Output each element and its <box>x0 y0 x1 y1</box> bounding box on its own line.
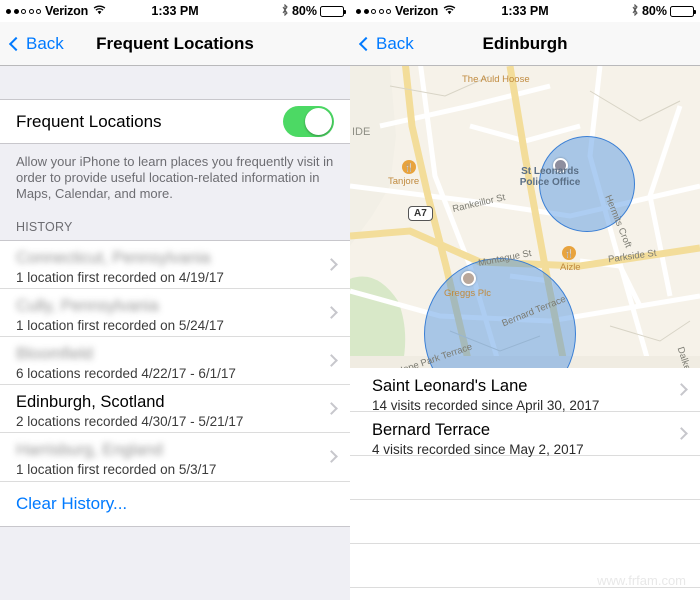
chevron-right-icon <box>325 305 338 319</box>
location-detail: 1 location first recorded on 4/19/17 <box>16 270 224 285</box>
toggle-knob <box>305 108 332 135</box>
battery-icon <box>320 5 346 17</box>
location-detail: 1 location first recorded on 5/24/17 <box>16 318 224 333</box>
back-button-label: Back <box>376 33 414 53</box>
status-bar-right: Verizon 1:33 PM 80% <box>350 0 700 22</box>
status-right-group: 80% <box>631 3 696 19</box>
map-view[interactable]: 🍴 🍴 ☺ ▣ IDE The Auld Hoose Tanjore Ranke… <box>350 66 700 368</box>
clear-history-button[interactable]: Clear History... <box>0 481 350 527</box>
settings-content: Frequent Locations Allow your iPhone to … <box>0 66 350 600</box>
visited-places-list: Saint Leonard's Lane 14 visits recorded … <box>350 368 700 588</box>
nav-bar-right: Back Edinburgh <box>350 22 700 66</box>
restaurant-pin-icon-aizle: 🍴 <box>562 246 576 260</box>
wifi-icon <box>93 4 106 18</box>
battery-icon <box>670 5 696 17</box>
bottom-spacer <box>0 527 350 600</box>
chevron-right-icon <box>325 257 338 271</box>
dual-screenshot: Verizon 1:33 PM 80% Back Frequent Locati… <box>0 0 700 600</box>
carrier-label: Verizon <box>45 4 89 18</box>
nav-bar-left: Back Frequent Locations <box>0 22 350 66</box>
chevron-right-icon <box>325 353 338 367</box>
list-item-saint-leonards-lane[interactable]: Saint Leonard's Lane 14 visits recorded … <box>350 368 700 413</box>
clear-history-label: Clear History... <box>16 494 128 513</box>
history-section-header: HISTORY <box>0 206 350 240</box>
frequent-locations-toggle[interactable] <box>283 106 334 137</box>
status-left-group: Verizon <box>356 4 456 18</box>
frequent-locations-description: Allow your iPhone to learn places you fr… <box>0 144 350 206</box>
list-item-empty <box>350 456 700 500</box>
chevron-left-icon <box>358 36 374 51</box>
saint-leonards-lane-circle <box>539 136 635 232</box>
left-phone-screen: Verizon 1:33 PM 80% Back Frequent Locati… <box>0 0 350 600</box>
list-item-edinburgh[interactable]: Edinburgh, Scotland 2 locations recorded… <box>0 385 350 433</box>
chevron-right-icon <box>675 382 688 396</box>
list-item[interactable]: Cully, Pennsylvania 1 location first rec… <box>0 289 350 337</box>
right-phone-screen: Verizon 1:33 PM 80% Back Edinburgh 🍴 🍴 I… <box>350 0 700 600</box>
location-detail: 2 locations recorded 4/30/17 - 5/21/17 <box>16 414 244 429</box>
chevron-right-icon <box>325 450 338 463</box>
place-name: Saint Leonard's Lane <box>372 377 528 395</box>
list-item[interactable]: Bloomfield 6 locations recorded 4/22/17 … <box>0 337 350 385</box>
restaurant-pin-icon-tanjore: 🍴 <box>402 160 416 174</box>
battery-percent-label: 80% <box>641 4 667 18</box>
top-spacer <box>0 66 350 100</box>
location-name: Cully, Pennsylvania <box>16 295 320 317</box>
location-detail: 6 locations recorded 4/22/17 - 6/1/17 <box>16 366 236 381</box>
list-item-empty <box>350 544 700 588</box>
chevron-left-icon <box>8 36 24 51</box>
history-list: Connecticut, Pennsylvania 1 location fir… <box>0 240 350 481</box>
signal-strength-dots <box>356 8 391 14</box>
status-bar-left: Verizon 1:33 PM 80% <box>0 0 350 22</box>
bluetooth-icon <box>281 3 289 19</box>
place-name: Bernard Terrace <box>372 421 491 439</box>
frequent-locations-label: Frequent Locations <box>16 111 162 131</box>
chevron-right-icon <box>675 426 688 440</box>
frequent-locations-row[interactable]: Frequent Locations <box>0 100 350 144</box>
back-button[interactable]: Back <box>358 34 414 54</box>
location-name: Edinburgh, Scotland <box>16 393 165 411</box>
status-left-group: Verizon <box>6 4 106 18</box>
status-right-group: 80% <box>281 3 346 19</box>
road-shield-a7-north: A7 <box>408 206 433 221</box>
carrier-label: Verizon <box>395 4 439 18</box>
list-item-empty <box>350 500 700 544</box>
list-item[interactable]: Harrisburg, England 1 location first rec… <box>0 433 350 481</box>
list-item-bernard-terrace[interactable]: Bernard Terrace 4 visits recorded since … <box>350 412 700 457</box>
police-office-pin-icon <box>553 158 568 173</box>
greggs-pin-icon <box>461 271 476 286</box>
wifi-icon <box>443 4 456 18</box>
back-button[interactable]: Back <box>8 34 64 54</box>
bluetooth-icon <box>631 3 639 19</box>
location-name: Harrisburg, England <box>16 439 320 461</box>
list-item[interactable]: Connecticut, Pennsylvania 1 location fir… <box>0 241 350 289</box>
location-name: Bloomfield <box>16 343 320 365</box>
location-name: Connecticut, Pennsylvania <box>16 247 320 269</box>
back-button-label: Back <box>26 33 64 53</box>
location-detail: 1 location first recorded on 5/3/17 <box>16 462 217 477</box>
signal-strength-dots <box>6 8 41 14</box>
chevron-right-icon <box>325 401 338 415</box>
battery-percent-label: 80% <box>291 4 317 18</box>
